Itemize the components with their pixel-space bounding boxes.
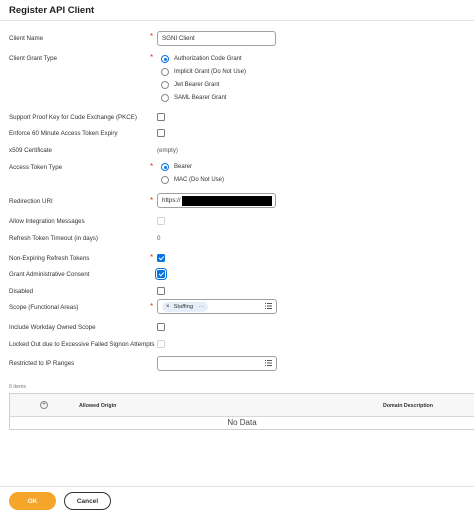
more-options-icon[interactable]: ···: [198, 304, 204, 310]
radio-label: SAML Bearer Grant: [174, 95, 227, 101]
allow-integration-messages-label: Allow Integration Messages: [9, 218, 85, 225]
required-marker: *: [150, 253, 154, 262]
locked-out-label: Locked Out due to Excessive Failed Signo…: [9, 341, 155, 348]
radio-label: Bearer: [174, 164, 193, 170]
scope-label: Scope (Functional Areas): [9, 304, 79, 311]
radio-label: Jwt Bearer Grant: [174, 82, 220, 88]
required-marker: *: [150, 53, 154, 62]
include-workday-scope-checkbox[interactable]: [157, 323, 165, 331]
restricted-ip-prompt-field[interactable]: [157, 356, 277, 371]
radio-label: Authorization Code Grant: [174, 56, 242, 62]
grant-option-saml-bearer[interactable]: SAML Bearer Grant: [161, 93, 226, 103]
disabled-label: Disabled: [9, 288, 34, 295]
scope-pill-staffing[interactable]: × Staffing ···: [162, 302, 209, 312]
grant-option-jwt-bearer[interactable]: Jwt Bearer Grant: [161, 80, 219, 90]
radio-label: MAC (Do Not Use): [174, 177, 225, 183]
required-marker: *: [150, 196, 154, 205]
title-divider: [0, 20, 474, 21]
grant-admin-consent-label: Grant Administrative Consent: [9, 271, 90, 278]
pill-label: Staffing: [173, 304, 194, 310]
column-header-allowed-origin: Allowed Origin: [79, 403, 117, 409]
radio-unselected[interactable]: [161, 68, 169, 76]
client-name-input[interactable]: SGNI Client: [157, 31, 276, 46]
pkce-label: Support Proof Key for Code Exchange (PKC…: [9, 114, 137, 121]
non-expiring-refresh-checkbox[interactable]: [157, 254, 165, 262]
footer-divider: [0, 486, 474, 487]
grid-header: + Allowed Origin Domain Description: [10, 394, 474, 417]
disabled-checkbox[interactable]: [157, 287, 165, 295]
enforce-expiry-checkbox[interactable]: [157, 129, 165, 137]
required-marker: *: [150, 302, 154, 311]
x509-value: (empty): [157, 147, 178, 154]
grant-admin-consent-checkbox[interactable]: [155, 268, 167, 280]
radio-selected[interactable]: [161, 55, 169, 63]
allow-integration-messages-checkbox: [157, 217, 165, 225]
radio-unselected[interactable]: [161, 94, 169, 102]
redirection-uri-label: Redirection URI: [9, 198, 53, 205]
cancel-button[interactable]: Cancel: [64, 492, 111, 510]
plus-circle-icon[interactable]: +: [40, 401, 48, 409]
redaction-bar: [182, 196, 272, 206]
client-name-label: Client Name: [9, 35, 44, 42]
grid-empty-message: No Data: [227, 418, 257, 427]
pkce-checkbox[interactable]: [157, 113, 165, 121]
ok-button[interactable]: OK: [9, 492, 56, 510]
column-header-domain-description: Domain Description: [383, 403, 434, 409]
grant-option-authorization-code[interactable]: Authorization Code Grant: [161, 54, 242, 64]
enforce-expiry-label: Enforce 60 Minute Access Token Expiry: [9, 130, 118, 137]
page-title: Register API Client: [9, 5, 95, 16]
token-option-mac[interactable]: MAC (Do Not Use): [161, 175, 224, 185]
grant-type-label: Client Grant Type: [9, 55, 58, 62]
items-count: 0 items: [9, 384, 27, 390]
list-icon[interactable]: [265, 303, 272, 311]
remove-icon[interactable]: ×: [166, 304, 170, 310]
radio-unselected[interactable]: [161, 81, 169, 89]
include-workday-scope-label: Include Workday Owned Scope: [9, 324, 96, 331]
scope-prompt-field[interactable]: × Staffing ···: [157, 299, 277, 314]
grant-option-implicit[interactable]: Implicit Grant (Do Not Use): [161, 67, 246, 77]
token-option-bearer[interactable]: Bearer: [161, 162, 192, 172]
allowed-origins-grid: + Allowed Origin Domain Description No D…: [9, 393, 474, 430]
required-marker: *: [150, 162, 154, 171]
restricted-ip-label: Restricted to IP Ranges: [9, 360, 75, 367]
radio-label: Implicit Grant (Do Not Use): [174, 69, 247, 75]
list-icon[interactable]: [265, 360, 272, 368]
radio-selected[interactable]: [161, 163, 169, 171]
locked-out-checkbox: [157, 340, 165, 348]
access-token-type-label: Access Token Type: [9, 164, 63, 171]
radio-unselected[interactable]: [161, 176, 169, 184]
x509-label: x509 Certificate: [9, 147, 52, 154]
refresh-token-timeout-label: Refresh Token Timeout (in days): [9, 235, 98, 242]
required-marker: *: [150, 32, 154, 41]
refresh-token-timeout-value: 0: [157, 235, 161, 242]
non-expiring-refresh-label: Non-Expiring Refresh Tokens: [9, 255, 90, 262]
